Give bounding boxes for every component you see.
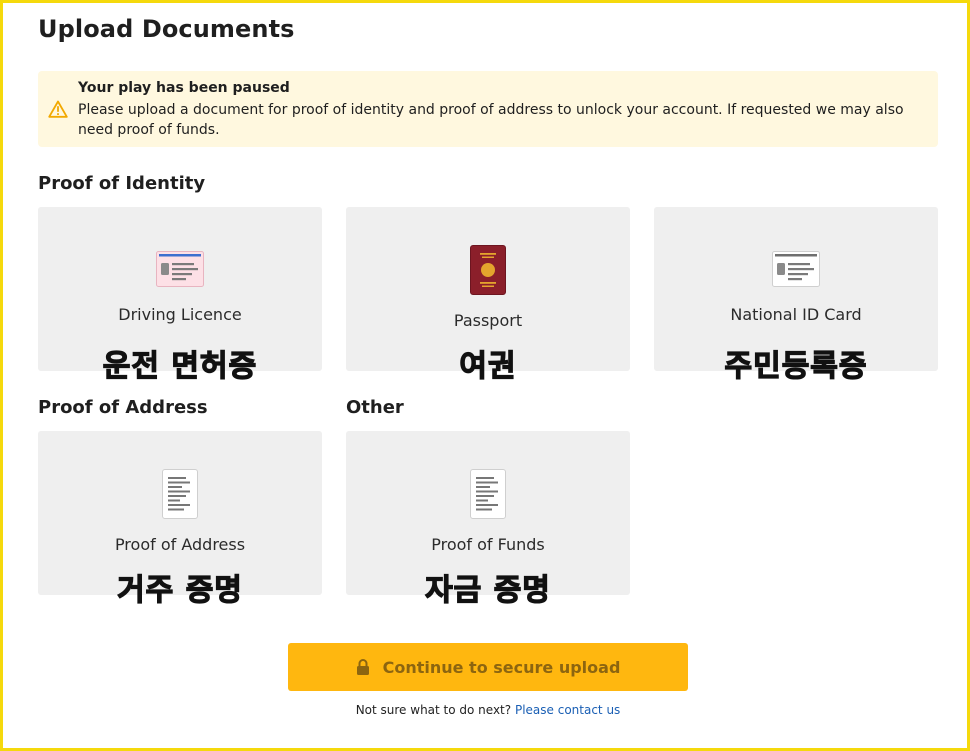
help-text: Not sure what to do next?	[355, 703, 512, 717]
passport-icon	[470, 245, 506, 295]
card-label: National ID Card	[730, 305, 862, 324]
card-label-ko: 주민등록증	[724, 348, 868, 384]
card-label: Passport	[453, 311, 523, 330]
card-national-id[interactable]: National ID Card 주민등록증	[654, 207, 938, 385]
card-label: Proof of Address	[114, 535, 246, 554]
document-icon	[470, 469, 506, 519]
page-frame: Upload Documents Your play has been paus…	[0, 0, 970, 751]
contact-us-link[interactable]: Please contact us	[515, 703, 620, 717]
continue-secure-upload-button[interactable]: Continue to secure upload	[288, 643, 688, 691]
alert-heading: Your play has been paused	[78, 80, 290, 96]
card-driving-licence[interactable]: Driving Licence 운전 면허증	[38, 207, 322, 385]
card-label: Proof of Funds	[431, 535, 545, 554]
card-label-ko: 자금 증명	[424, 572, 551, 608]
card-label-ko: 거주 증명	[116, 572, 243, 608]
warning-icon	[48, 100, 68, 118]
section-heading-address: Proof of Address	[38, 397, 208, 418]
alert-message: Please upload a document for proof of id…	[78, 102, 904, 138]
help-line: Not sure what to do next? Please contact…	[3, 703, 970, 717]
page-title: Upload Documents	[38, 15, 295, 43]
card-proof-of-address[interactable]: Proof of Address 거주 증명	[38, 431, 322, 609]
card-passport[interactable]: Passport 여권	[346, 207, 630, 385]
card-label: Driving Licence	[118, 305, 242, 324]
card-label-ko: 여권	[459, 348, 517, 384]
driving-licence-icon	[156, 251, 204, 287]
section-heading-other: Other	[346, 397, 404, 418]
card-label-ko: 운전 면허증	[102, 348, 258, 384]
document-icon	[162, 469, 198, 519]
continue-button-label: Continue to secure upload	[382, 657, 621, 677]
card-proof-of-funds[interactable]: Proof of Funds 자금 증명	[346, 431, 630, 609]
national-id-icon	[772, 251, 820, 287]
lock-icon	[356, 659, 369, 675]
section-heading-identity: Proof of Identity	[38, 173, 206, 194]
paused-alert: Your play has been paused Please upload …	[38, 71, 938, 147]
